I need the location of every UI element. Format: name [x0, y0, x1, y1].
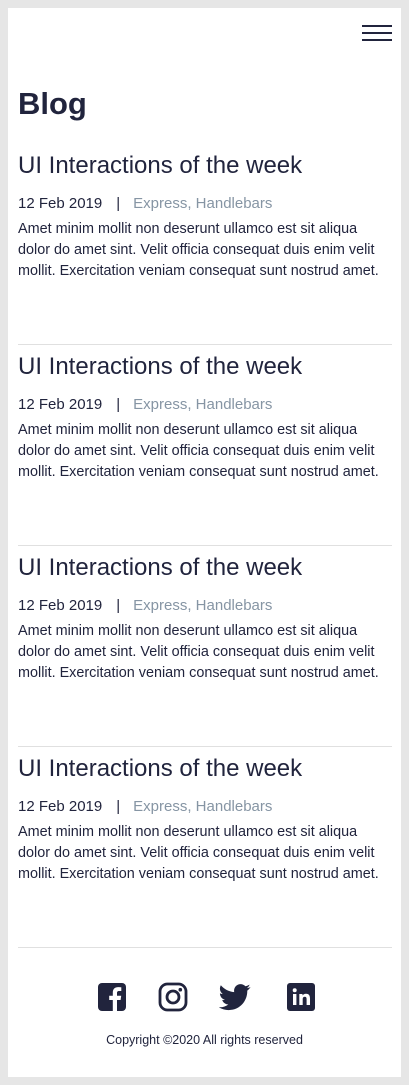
hamburger-icon	[362, 39, 392, 41]
post-meta: 12 Feb 2019 | Express, Handlebars	[18, 194, 272, 214]
post-item: UI Interactions of the week 12 Feb 2019 |…	[18, 345, 392, 546]
post-meta: 12 Feb 2019 | Express, Handlebars	[18, 395, 272, 415]
post-date: 12 Feb 2019	[18, 597, 103, 614]
post-excerpt: Amet minim mollit non deserunt ullamco e…	[18, 422, 379, 480]
post-list: UI Interactions of the week 12 Feb 2019 |…	[18, 144, 392, 948]
post-title-link[interactable]: UI Interactions of the week	[18, 150, 302, 182]
post-item: UI Interactions of the week 12 Feb 2019 |…	[18, 144, 392, 345]
post-title-link[interactable]: UI Interactions of the week	[18, 552, 302, 584]
facebook-link[interactable]	[96, 981, 128, 1013]
post-excerpt: Amet minim mollit non deserunt ullamco e…	[18, 623, 379, 681]
post-date: 12 Feb 2019	[18, 396, 103, 413]
facebook-icon	[98, 983, 126, 1011]
page-title: Blog	[18, 86, 87, 121]
post-meta: 12 Feb 2019 | Express, Handlebars	[18, 596, 272, 616]
post-excerpt: Amet minim mollit non deserunt ullamco e…	[18, 824, 379, 882]
post-title-link[interactable]: UI Interactions of the week	[18, 351, 302, 383]
meta-separator: |	[116, 195, 121, 212]
post-tags: Express, Handlebars	[133, 798, 273, 815]
page-frame: Blog UI Interactions of the week 12 Feb …	[8, 8, 401, 1077]
twitter-icon	[219, 984, 251, 1011]
post-date: 12 Feb 2019	[18, 195, 103, 212]
post-title-link[interactable]: UI Interactions of the week	[18, 753, 302, 785]
post-tags: Express, Handlebars	[133, 396, 273, 413]
post-excerpt: Amet minim mollit non deserunt ullamco e…	[18, 221, 379, 279]
instagram-link[interactable]	[157, 981, 189, 1013]
hamburger-menu-button[interactable]	[362, 22, 392, 44]
instagram-icon	[158, 982, 188, 1012]
social-links	[96, 981, 316, 1013]
post-tags: Express, Handlebars	[133, 597, 273, 614]
hamburger-icon	[362, 25, 392, 27]
meta-separator: |	[116, 798, 121, 815]
post-date: 12 Feb 2019	[18, 798, 103, 815]
hamburger-icon	[362, 32, 392, 34]
linkedin-icon	[287, 983, 315, 1011]
linkedin-link[interactable]	[285, 981, 317, 1013]
post-item: UI Interactions of the week 12 Feb 2019 |…	[18, 546, 392, 747]
copyright-text: Copyright ©2020 All rights reserved	[106, 1033, 303, 1047]
meta-separator: |	[116, 396, 121, 413]
post-meta: 12 Feb 2019 | Express, Handlebars	[18, 797, 272, 817]
post-item: UI Interactions of the week 12 Feb 2019 |…	[18, 747, 392, 948]
twitter-link[interactable]	[219, 981, 251, 1013]
meta-separator: |	[116, 597, 121, 614]
post-tags: Express, Handlebars	[133, 195, 273, 212]
